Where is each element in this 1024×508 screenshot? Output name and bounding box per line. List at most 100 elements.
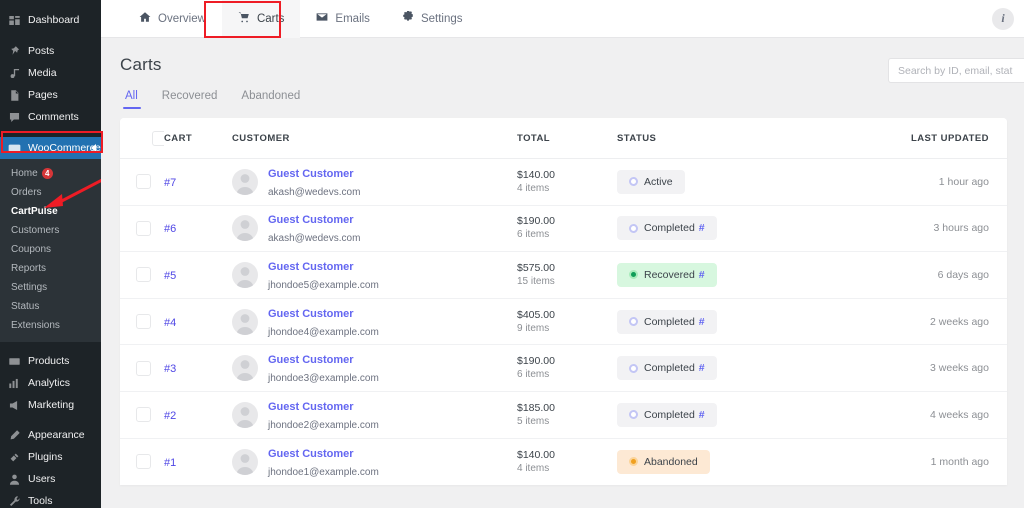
sidebar-item-media[interactable]: Media: [0, 62, 101, 84]
customer-name-link[interactable]: Guest Customer: [268, 401, 354, 413]
info-icon[interactable]: i: [992, 8, 1014, 30]
customer-name-link[interactable]: Guest Customer: [268, 448, 354, 460]
submenu-item-status[interactable]: Status: [0, 297, 101, 316]
status-link-hash[interactable]: #: [699, 362, 705, 374]
row-checkbox[interactable]: [136, 174, 151, 189]
status-cell: Completed#: [617, 345, 852, 392]
row-checkbox[interactable]: [136, 267, 151, 282]
customer-name-link[interactable]: Guest Customer: [268, 261, 354, 273]
subtab-all[interactable]: All: [120, 90, 150, 109]
table-row[interactable]: #2Guest Customerjhondoe2@example.com$185…: [120, 391, 1007, 438]
cart-id-link[interactable]: #7: [164, 177, 176, 189]
submenu-item-home[interactable]: Home4: [0, 164, 101, 183]
status-link-hash[interactable]: #: [699, 269, 705, 281]
status-badge[interactable]: Active: [617, 170, 685, 194]
dashboard-icon: [8, 14, 21, 27]
status-badge[interactable]: Completed#: [617, 403, 717, 427]
sidebar-item-dashboard[interactable]: Dashboard: [0, 9, 101, 31]
column-header-customer[interactable]: CUSTOMER: [232, 118, 517, 159]
customer-name-link[interactable]: Guest Customer: [268, 308, 354, 320]
customer-name-link[interactable]: Guest Customer: [268, 168, 354, 180]
table-row[interactable]: #4Guest Customerjhondoe4@example.com$405…: [120, 298, 1007, 345]
sidebar-item-tools[interactable]: Tools: [0, 490, 101, 508]
total-cell: $405.009 items: [517, 298, 617, 345]
column-header-status[interactable]: STATUS: [617, 118, 852, 159]
row-checkbox[interactable]: [136, 407, 151, 422]
submenu-item-settings[interactable]: Settings: [0, 278, 101, 297]
status-dot-icon: [629, 364, 638, 373]
cart-id-link[interactable]: #2: [164, 410, 176, 422]
search-input[interactable]: [888, 58, 1024, 83]
submenu-item-customers[interactable]: Customers: [0, 221, 101, 240]
status-badge[interactable]: Abandoned: [617, 450, 710, 474]
total-amount: $185.00: [517, 401, 617, 415]
sidebar-item-analytics[interactable]: Analytics: [0, 372, 101, 394]
row-checkbox[interactable]: [136, 454, 151, 469]
tab-overview[interactable]: Overview: [123, 0, 222, 38]
tab-label: Overview: [158, 13, 206, 25]
total-amount: $140.00: [517, 168, 617, 182]
customer-cell: Guest Customer jhondoe3@example.com: [232, 345, 517, 392]
cart-id-link[interactable]: #1: [164, 457, 176, 469]
sidebar-label: Pages: [28, 89, 58, 101]
status-link-hash[interactable]: #: [699, 316, 705, 328]
tab-settings[interactable]: Settings: [386, 0, 479, 38]
status-badge[interactable]: Completed#: [617, 356, 717, 380]
status-badge[interactable]: Completed #: [617, 216, 717, 240]
submenu-item-extensions[interactable]: Extensions: [0, 316, 101, 335]
sidebar-item-marketing[interactable]: Marketing: [0, 394, 101, 416]
column-header-last-updated[interactable]: LAST UPDATED: [852, 118, 1007, 159]
table-row[interactable]: #7Guest Customerakash@wedevs.com$140.004…: [120, 159, 1007, 206]
total-amount: $190.00: [517, 214, 617, 228]
status-badge[interactable]: Recovered#: [617, 263, 717, 287]
table-row[interactable]: #3Guest Customerjhondoe3@example.com$190…: [120, 345, 1007, 392]
sidebar-item-appearance[interactable]: Appearance: [0, 424, 101, 446]
row-checkbox[interactable]: [136, 361, 151, 376]
customer-email: jhondoe3@example.com: [268, 373, 379, 384]
total-items-count: 5 items: [517, 415, 617, 429]
table-row[interactable]: #6Guest Customerakash@wedevs.com$190.006…: [120, 205, 1007, 252]
submenu-item-reports[interactable]: Reports: [0, 259, 101, 278]
status-label: Abandoned: [644, 456, 698, 468]
sidebar-item-products[interactable]: Products: [0, 350, 101, 372]
status-label: Completed: [644, 222, 695, 234]
table-body: #7Guest Customerakash@wedevs.com$140.004…: [120, 159, 1007, 485]
sidebar-label: Users: [28, 473, 55, 485]
sidebar-item-pages[interactable]: Pages: [0, 84, 101, 106]
row-checkbox[interactable]: [136, 314, 151, 329]
cart-id-link[interactable]: #4: [164, 317, 176, 329]
table-row[interactable]: #1Guest Customerjhondoe1@example.com$140…: [120, 438, 1007, 485]
sidebar-item-plugins[interactable]: Plugins: [0, 446, 101, 468]
cart-id-link[interactable]: #3: [164, 363, 176, 375]
subtab-abandoned[interactable]: Abandoned: [229, 90, 312, 109]
status-link-hash[interactable]: #: [699, 409, 705, 421]
status-filter-tabs: All Recovered Abandoned: [101, 75, 1024, 109]
submenu-item-cartpulse[interactable]: CartPulse: [0, 202, 101, 221]
submenu-item-orders[interactable]: Orders: [0, 183, 101, 202]
sidebar-item-posts[interactable]: Posts: [0, 40, 101, 62]
app-window: Dashboard Posts Media Pages Comments Woo…: [0, 0, 1024, 508]
status-link-hash[interactable]: #: [699, 222, 705, 234]
subtab-recovered[interactable]: Recovered: [150, 90, 230, 109]
tab-carts[interactable]: Carts: [222, 0, 300, 38]
row-select-cell: [120, 159, 164, 206]
customer-name-link[interactable]: Guest Customer: [268, 354, 354, 366]
sidebar-item-users[interactable]: Users: [0, 468, 101, 490]
status-badge[interactable]: Completed#: [617, 310, 717, 334]
table-row[interactable]: #5Guest Customerjhondoe5@example.com$575…: [120, 252, 1007, 299]
tab-emails[interactable]: Emails: [300, 0, 386, 38]
submenu-item-coupons[interactable]: Coupons: [0, 240, 101, 259]
row-checkbox[interactable]: [136, 221, 151, 236]
avatar-glyph: [232, 402, 258, 428]
cart-id-link[interactable]: #5: [164, 270, 176, 282]
page-icon: [8, 89, 21, 102]
sidebar-item-woocommerce[interactable]: WooCommerce: [0, 137, 101, 159]
column-header-total[interactable]: TOTAL: [517, 118, 617, 159]
last-updated-value: 4 weeks ago: [852, 409, 1007, 421]
products-icon: [8, 355, 21, 368]
customer-name-link[interactable]: Guest Customer: [268, 214, 354, 226]
column-header-cart[interactable]: CART: [164, 118, 232, 159]
row-select-cell: [120, 391, 164, 438]
sidebar-item-comments[interactable]: Comments: [0, 106, 101, 128]
cart-id-link[interactable]: #6: [164, 223, 176, 235]
